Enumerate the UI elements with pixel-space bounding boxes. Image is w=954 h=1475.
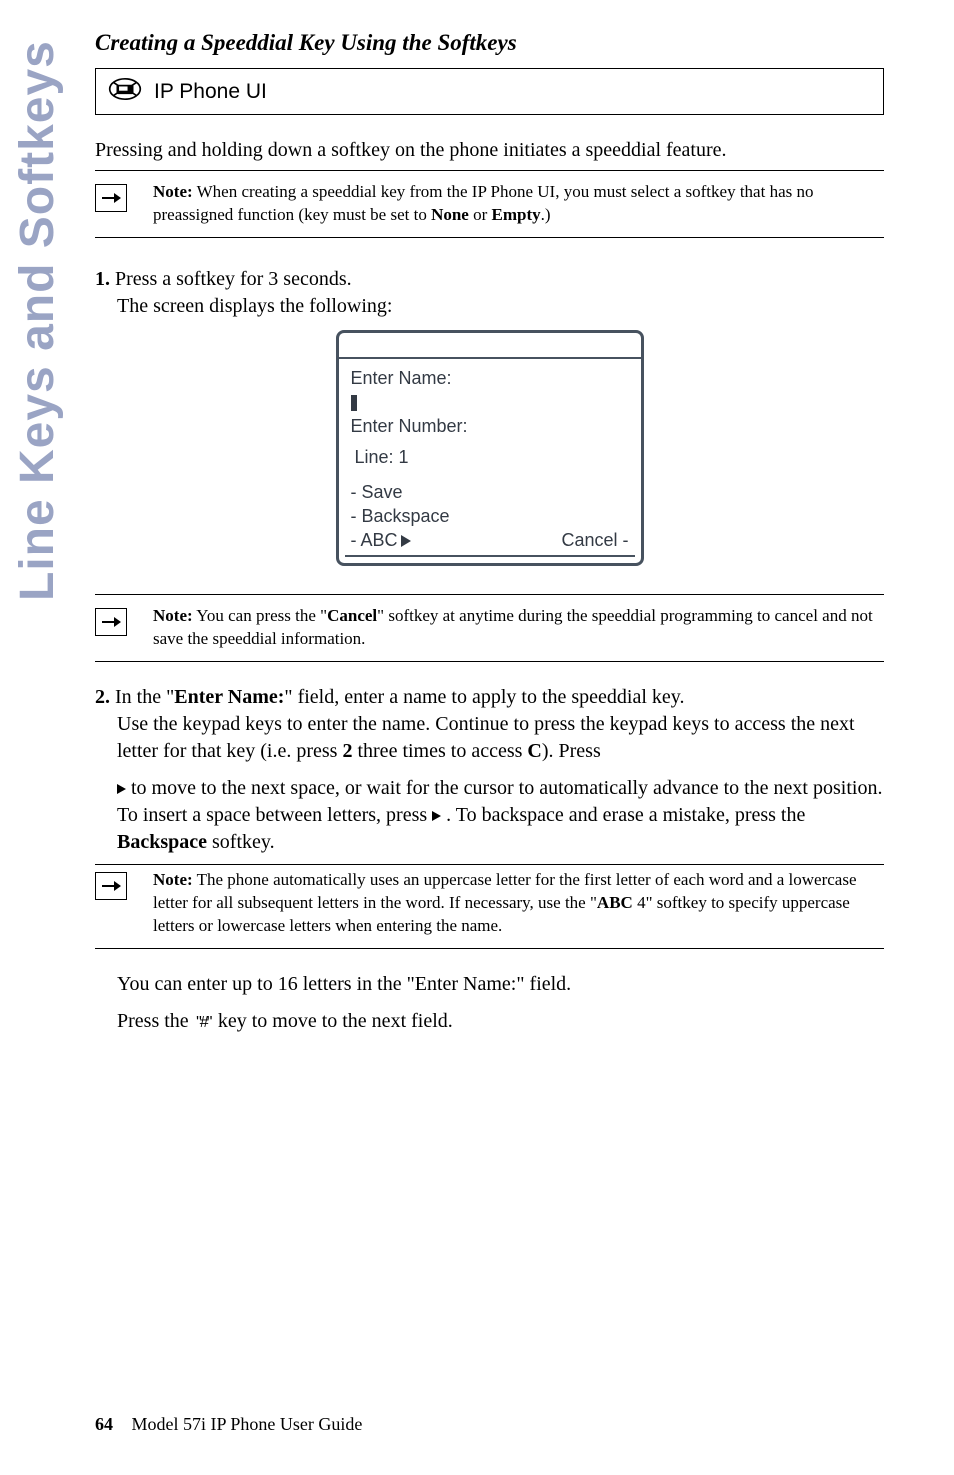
ipphone-ui-box: IP Phone UI: [95, 68, 884, 115]
note-2-text: Note: You can press the "Cancel" softkey…: [147, 605, 884, 651]
book-title: Model 57i IP Phone User Guide: [132, 1414, 363, 1434]
note-1-b: or: [469, 205, 492, 224]
screen-backspace: - Backspace: [351, 506, 629, 527]
note-1-text: Note: When creating a speeddial key from…: [147, 181, 884, 227]
note-label: Note:: [153, 182, 193, 201]
note-1-bold-a: None: [431, 205, 469, 224]
page-number: 64: [95, 1414, 113, 1434]
sidebar-label: Line Keys and Softkeys: [10, 40, 65, 740]
note-arrow-icon: [95, 184, 127, 212]
note-3-text: Note: The phone automatically uses an up…: [147, 869, 884, 938]
note-1-bold-b: Empty: [492, 205, 541, 224]
step-1-text-a: Press a softkey for 3 seconds.: [115, 268, 352, 290]
triangle-right-icon: [117, 784, 126, 794]
step-2-bold-d: Backspace: [117, 831, 207, 853]
screen-line: Line: 1: [355, 447, 629, 468]
screen-cancel: Cancel -: [561, 530, 628, 551]
step-2-a: In the ": [115, 686, 174, 708]
step-2-b: " field, enter a name to apply to the sp…: [284, 686, 684, 708]
pound-key-icon: "#": [194, 1014, 213, 1031]
page-footer: 64 Model 57i IP Phone User Guide: [95, 1414, 362, 1435]
note-3: Note: The phone automatically uses an up…: [95, 864, 884, 949]
step-2-bold-b: 2: [342, 740, 352, 762]
step-2-line2c: ). Press: [542, 740, 601, 762]
step-2: 2. In the "Enter Name:" field, enter a n…: [95, 684, 884, 856]
note-label: Note:: [153, 606, 193, 625]
triangle-right-icon: [401, 535, 411, 547]
phone-screen: Enter Name: Enter Number: Line: 1 - Save…: [95, 330, 884, 566]
step-1-text-b: The screen displays the following:: [117, 293, 393, 320]
note-2-a: You can press the ": [196, 606, 327, 625]
post-line2b: key to move to the next field.: [218, 1010, 453, 1032]
step-2-bold-c: C: [527, 740, 541, 762]
note-1: Note: When creating a speeddial key from…: [95, 175, 884, 238]
screen-abc: - ABC: [351, 530, 398, 550]
step-2-line2b: three times to access: [352, 740, 527, 762]
post-line2: Press the "#" key to move to the next fi…: [117, 1008, 884, 1035]
step-2-num: 2.: [95, 686, 110, 708]
step-1-num: 1.: [95, 268, 110, 290]
note-arrow-icon: [95, 608, 127, 636]
triangle-right-icon: [432, 811, 441, 821]
note-label: Note:: [153, 870, 193, 889]
step-1: 1. Press a softkey for 3 seconds. The sc…: [95, 266, 884, 320]
screen-enter-number: Enter Number:: [351, 416, 629, 437]
screen-enter-name: Enter Name:: [351, 368, 629, 389]
phone-icon: [108, 77, 142, 106]
intro-text: Pressing and holding down a softkey on t…: [95, 137, 884, 164]
step-2-line3b: . To backspace and erase a mistake, pres…: [441, 804, 805, 826]
ipphone-ui-label: IP Phone UI: [154, 80, 267, 104]
step-2-line3c: softkey.: [207, 831, 275, 853]
section-heading: Creating a Speeddial Key Using the Softk…: [95, 30, 884, 56]
page-content: Creating a Speeddial Key Using the Softk…: [95, 0, 954, 1035]
note-arrow-icon: [95, 872, 127, 900]
screen-save: - Save: [351, 482, 629, 503]
note-3-bold: ABC: [597, 893, 633, 912]
note-2-bold: Cancel: [327, 606, 377, 625]
screen-cursor: [351, 395, 357, 411]
note-2: Note: You can press the "Cancel" softkey…: [95, 599, 884, 662]
note-1-c: .): [541, 205, 551, 224]
step-2-bold-a: Enter Name:: [174, 686, 284, 708]
post-line2a: Press the: [117, 1010, 194, 1032]
post-line1: You can enter up to 16 letters in the "E…: [117, 971, 884, 998]
